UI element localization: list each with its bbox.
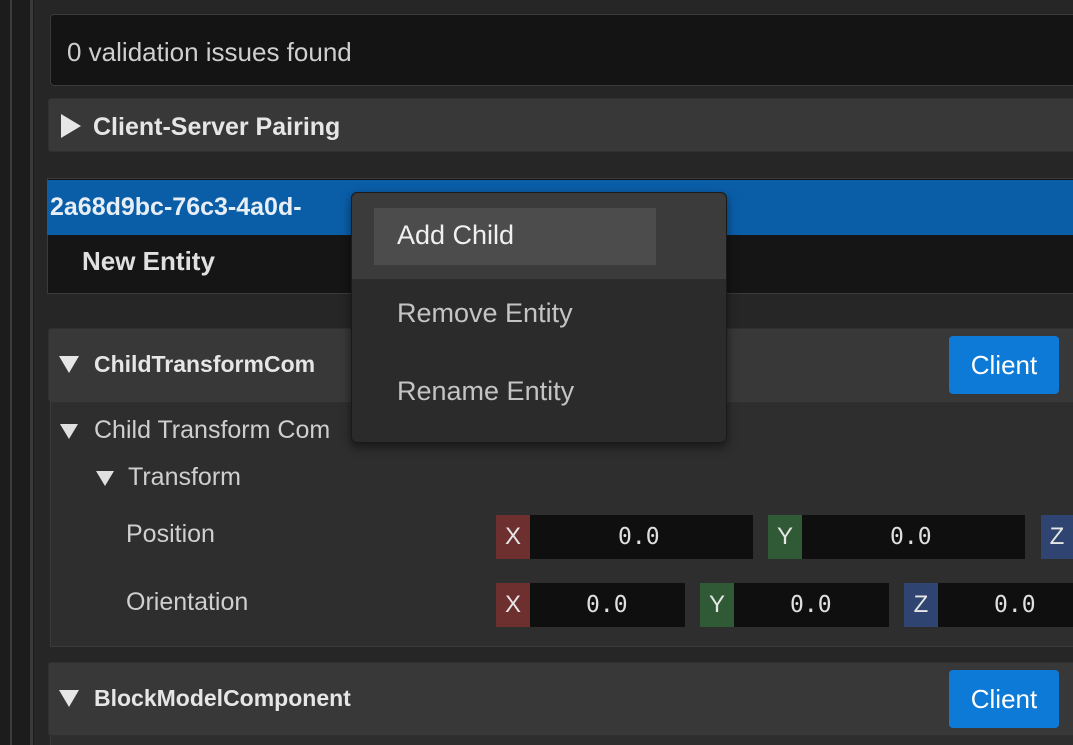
client-server-pairing-header[interactable]: Client-Server Pairing — [48, 98, 1073, 152]
child-transform-component-title: ChildTransformCom — [94, 351, 316, 377]
position-y-value: 0.0 — [890, 524, 932, 550]
orientation-label: Orientation — [126, 588, 249, 616]
expand-arrow-icon — [61, 114, 81, 138]
block-model-component-header[interactable]: BlockModelComponent — [48, 662, 1073, 736]
child-transform-property-label: Child Transform Com — [94, 416, 331, 444]
menu-item-add-child[interactable]: Add Child — [397, 220, 514, 251]
panel-border — [30, 0, 33, 745]
position-z-field[interactable]: Z — [1041, 515, 1073, 559]
orientation-z-field[interactable]: Z 0.0 — [904, 583, 1073, 627]
axis-z-badge: Z — [1041, 515, 1073, 559]
rail-divider — [10, 0, 12, 745]
collapse-arrow-icon — [59, 356, 79, 373]
menu-item-remove-entity[interactable]: Remove Entity — [397, 298, 573, 329]
menu-item-rename-entity[interactable]: Rename Entity — [397, 376, 574, 407]
orientation-y-field[interactable]: Y 0.0 — [700, 583, 889, 627]
orientation-y-value: 0.0 — [790, 592, 832, 618]
entity-id: 2a68d9bc-76c3-4a0d- — [50, 193, 302, 221]
block-model-component-body — [50, 736, 1073, 745]
transform-label: Transform — [128, 463, 241, 491]
client-button[interactable]: Client — [949, 670, 1059, 728]
orientation-x-field[interactable]: X 0.0 — [496, 583, 685, 627]
position-label: Position — [126, 520, 215, 548]
validation-text: 0 validation issues found — [67, 37, 352, 67]
collapse-arrow-icon[interactable] — [60, 424, 78, 439]
axis-y-badge: Y — [768, 515, 802, 559]
client-button[interactable]: Client — [949, 336, 1059, 394]
block-model-component-title: BlockModelComponent — [94, 685, 351, 711]
entity-name[interactable]: New Entity — [82, 246, 215, 277]
client-server-pairing-title: Client-Server Pairing — [93, 113, 341, 141]
collapse-arrow-icon[interactable] — [96, 471, 114, 486]
axis-z-badge: Z — [904, 583, 938, 627]
position-x-field[interactable]: X 0.0 — [496, 515, 753, 559]
orientation-z-value: 0.0 — [994, 592, 1036, 618]
collapse-arrow-icon — [59, 690, 79, 707]
position-y-field[interactable]: Y 0.0 — [768, 515, 1025, 559]
orientation-x-value: 0.0 — [586, 592, 628, 618]
left-rail — [0, 0, 34, 745]
position-x-value: 0.0 — [618, 524, 660, 550]
axis-x-badge: X — [496, 515, 530, 559]
axis-x-badge: X — [496, 583, 530, 627]
axis-y-badge: Y — [700, 583, 734, 627]
validation-status: 0 validation issues found — [50, 14, 1073, 86]
context-menu: Add Child Remove Entity Rename Entity — [351, 192, 727, 443]
